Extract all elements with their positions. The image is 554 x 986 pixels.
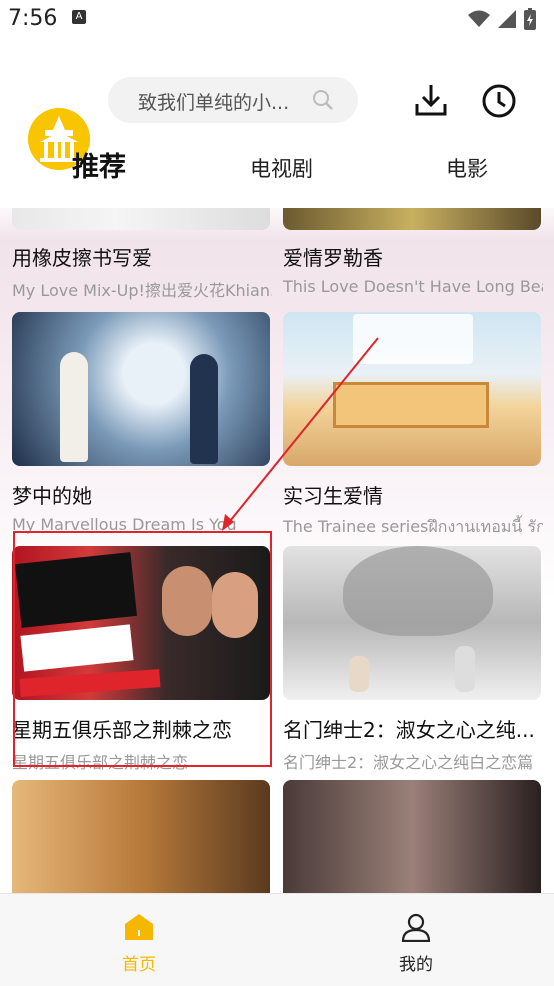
home-icon [125,914,153,940]
battery-icon [524,8,536,30]
video-title[interactable]: 名门绅士2：淑女之心之纯... [283,714,543,743]
video-card[interactable]: 实习生爱情 The Trainee seriesฝึกงานเทอมนี้ รั… [283,312,543,540]
search-icon[interactable] [312,89,334,111]
user-icon [401,913,431,943]
video-thumbnail[interactable] [283,780,541,893]
nav-home[interactable]: 首页 [99,912,179,975]
app-header: 致我们单纯的小... 推荐 电视剧 电影 [0,38,554,208]
video-card[interactable]: 爱情罗勒香 This Love Doesn't Have Long Bean..… [283,208,543,296]
video-thumbnail[interactable] [283,546,541,700]
nav-profile-label: 我的 [399,955,433,975]
signal-icon [498,10,516,28]
tab-tv-series[interactable]: 电视剧 [250,153,313,183]
video-thumbnail[interactable] [12,208,270,230]
video-card[interactable] [283,780,543,893]
video-card[interactable]: 用橡皮擦书写爱 My Love Mix-Up!擦出爱火花Khian... [12,208,272,301]
nav-profile[interactable]: 我的 [376,912,456,975]
tab-recommend[interactable]: 推荐 [72,145,126,184]
video-thumbnail[interactable] [12,780,270,893]
search-bar[interactable]: 致我们单纯的小... [108,77,358,123]
video-subtitle: The Trainee seriesฝึกงานเทอมนี้ รัก... [283,517,543,536]
status-icons [468,8,536,30]
search-placeholder[interactable]: 致我们单纯的小... [138,88,313,115]
video-thumbnail[interactable] [283,208,541,230]
video-card[interactable]: 名门绅士2：淑女之心之纯... 名门绅士2：淑女之心之纯白之恋篇 [283,546,543,773]
notification-icon: A [72,10,86,24]
video-title[interactable]: 爱情罗勒香 [283,242,543,271]
status-time: 7:56 [8,6,58,31]
tab-movies[interactable]: 电影 [446,153,488,183]
video-title[interactable]: 实习生爱情 [283,480,543,509]
video-thumbnail[interactable] [12,312,270,466]
video-thumbnail[interactable] [283,312,541,466]
nav-home-label: 首页 [122,955,156,975]
video-subtitle: This Love Doesn't Have Long Bean... [283,277,543,296]
video-subtitle: My Love Mix-Up!擦出爱火花Khian... [12,281,272,300]
video-card[interactable]: 梦中的她 My Marvellous Dream Is You [12,312,272,534]
video-subtitle: 名门绅士2：淑女之心之纯白之恋篇 [283,753,534,772]
video-title[interactable]: 用橡皮擦书写爱 [12,242,272,271]
history-icon[interactable] [480,82,518,120]
highlight-box [13,531,272,767]
download-icon[interactable] [412,82,450,120]
video-card[interactable] [12,780,272,893]
category-tabs: 推荐 电视剧 电影 [0,145,554,189]
wifi-icon [468,10,490,27]
bottom-nav: 首页 我的 [0,893,554,986]
video-title[interactable]: 梦中的她 [12,480,272,509]
status-bar: 7:56 A [0,0,554,38]
